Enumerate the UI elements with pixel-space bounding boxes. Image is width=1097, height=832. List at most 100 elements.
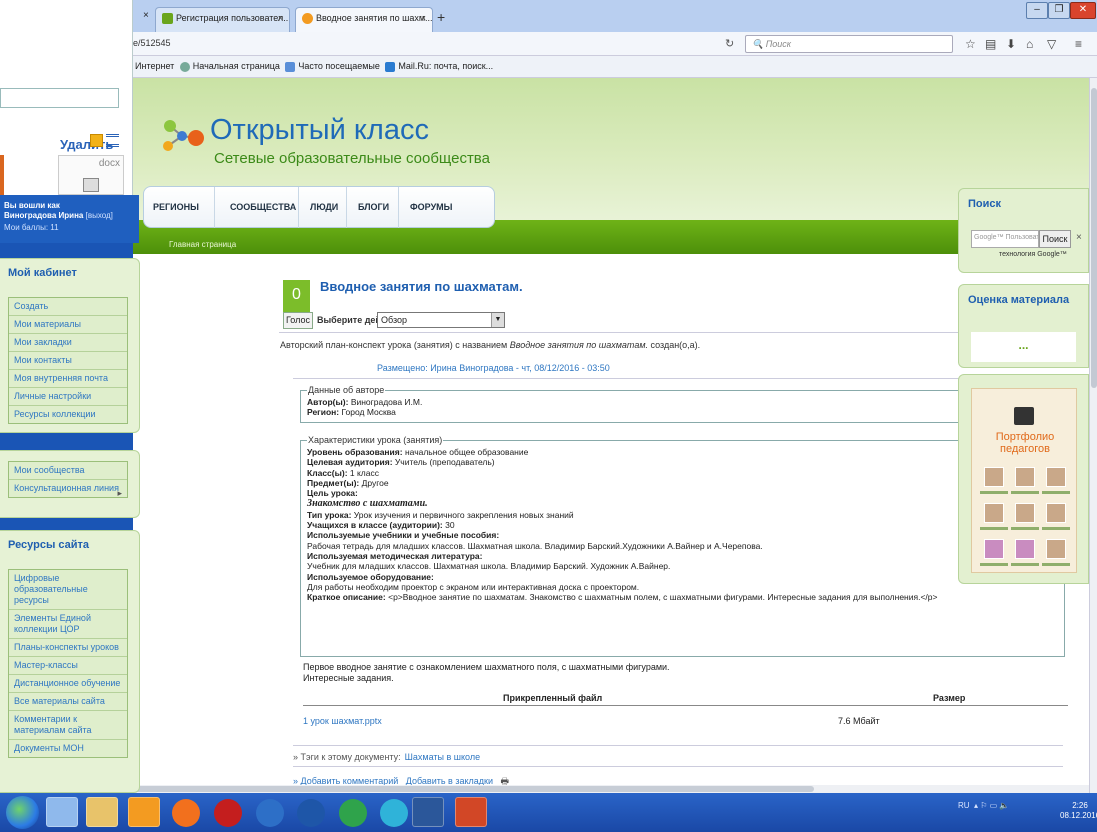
word-icon[interactable] [412, 797, 444, 827]
resource-item-plans[interactable]: Планы-конспекты уроков [9, 639, 127, 657]
browser-search-input[interactable]: 🔍 Поиск [745, 35, 953, 53]
docx-file-thumbnail[interactable]: docx [58, 155, 124, 195]
home-icon[interactable]: ⌂ [1026, 37, 1033, 51]
vertical-scrollbar[interactable] [1089, 78, 1097, 793]
breadcrumb[interactable]: Главная страница [169, 240, 236, 249]
tab-chess-lesson[interactable]: Вводное занятия по шахм... × [295, 7, 433, 32]
teacher-photo [1015, 539, 1035, 559]
portfolio-banner[interactable]: Портфолио педагогов [971, 388, 1077, 573]
bookmarks-list-icon[interactable]: ▤ [985, 37, 996, 51]
posted-info[interactable]: Размещено: Ирина Виноградова - чт, 08/12… [377, 363, 610, 373]
taskbar-app-icon[interactable] [214, 799, 242, 827]
maximize-button[interactable]: ❐ [1048, 2, 1070, 19]
bookmark-most-visited[interactable]: Часто посещаемые [298, 61, 380, 71]
nav-communities[interactable]: СООБЩЕСТВА [230, 202, 296, 212]
cabinet-item-contacts[interactable]: Мои контакты [9, 352, 127, 370]
consult-line-item[interactable]: Консультационная линия ▸ [9, 480, 127, 498]
clear-search-icon[interactable]: × [1076, 232, 1082, 243]
tab-close-icon[interactable]: × [421, 13, 426, 23]
taskbar-app-icon[interactable] [297, 799, 325, 827]
cabinet-item-mail[interactable]: Моя внутренняя почта [9, 370, 127, 388]
tag-link[interactable]: Шахматы в школе [405, 752, 480, 762]
molecule-logo-icon [163, 120, 204, 151]
nav-regions[interactable]: РЕГИОНЫ [153, 202, 199, 212]
graduation-hat-icon [1014, 407, 1034, 425]
action-select[interactable]: Обзор ▼ [377, 312, 505, 328]
cabinet-item-resources[interactable]: Ресурсы коллекции [9, 406, 127, 423]
downloads-icon[interactable]: ⬇ [1006, 37, 1016, 51]
resource-item-docs[interactable]: Документы МОН [9, 740, 127, 757]
minimize-button[interactable]: ‒ [1026, 2, 1048, 19]
tab-registration[interactable]: Регистрация пользовател... × [155, 7, 290, 32]
address-bar[interactable]: e/512545 [133, 38, 171, 48]
intro-suffix: создан(о,а). [650, 340, 701, 350]
attachment-link[interactable]: 1 урок шахмат.pptx [303, 716, 382, 726]
bookmark-internet[interactable]: Интернет [135, 61, 174, 71]
close-window-button[interactable]: ✕ [1070, 2, 1096, 19]
teacher-photo [1046, 503, 1066, 523]
user-name[interactable]: Виноградова Ирина [4, 211, 83, 220]
attachment-size: 7.6 Мбайт [838, 716, 880, 726]
nav-forums[interactable]: ФОРУМЫ [410, 202, 452, 212]
resource-item-masterclasses[interactable]: Мастер-классы [9, 657, 127, 675]
my-communities-item[interactable]: Мои сообщества [9, 462, 127, 480]
firefox-icon[interactable] [128, 797, 160, 827]
taskbar-app-icon[interactable] [339, 799, 367, 827]
teacher-photo [1046, 539, 1066, 559]
taskbar-app-icon[interactable] [172, 799, 200, 827]
language-indicator[interactable]: RU [958, 801, 970, 810]
logo-subtitle: Сетевые образовательные сообщества [214, 150, 490, 167]
tab-label: Вводное занятия по шахм... [316, 13, 433, 23]
pocket-icon[interactable]: ▽ [1047, 37, 1056, 51]
class-value: 1 класс [349, 467, 379, 478]
vote-button[interactable]: Голос [283, 312, 313, 329]
taskbar-app-icon[interactable] [256, 799, 284, 827]
list-view-icon[interactable] [106, 134, 119, 147]
resource-item-all[interactable]: Все материалы сайта [9, 693, 127, 711]
menu-icon[interactable]: ≡ [1075, 37, 1082, 51]
new-tab-button[interactable]: + [437, 9, 445, 25]
powerpoint-icon[interactable] [455, 797, 487, 827]
site-search-input[interactable]: Google™ Пользовательский [971, 230, 1039, 248]
start-button[interactable] [6, 796, 39, 829]
resource-item-digital[interactable]: Цифровые образовательные ресурсы [9, 570, 127, 610]
resource-item-cor[interactable]: Элементы Единой коллекции ЦОР [9, 610, 127, 639]
horizontal-scrollbar[interactable] [133, 785, 1089, 793]
nav-people[interactable]: ЛЮДИ [310, 202, 338, 212]
site-search-button[interactable]: Поиск [1039, 230, 1071, 248]
taskbar-app-icon[interactable] [46, 797, 78, 827]
tab-close-icon[interactable]: × [143, 10, 149, 21]
cabinet-item-bookmarks[interactable]: Мои закладки [9, 334, 127, 352]
cabinet-item-materials[interactable]: Мои материалы [9, 316, 127, 334]
reload-icon[interactable]: ↻ [725, 37, 734, 50]
logout-link[interactable]: [выход] [86, 211, 113, 220]
grid-view-icon[interactable] [90, 134, 103, 147]
banner-block: Портфолио педагогов [958, 374, 1089, 584]
communities-block: Мои сообщества Консультационная линия ▸ [0, 450, 140, 518]
tab-close-icon[interactable]: × [278, 13, 283, 23]
file-icon [83, 178, 99, 192]
bookmark-start-page[interactable]: Начальная страница [193, 61, 280, 71]
teacher-photo [1015, 503, 1035, 523]
google-tech-label: технология Google™ [999, 251, 1067, 258]
students-label: Учащихся в классе (аудитории): [307, 520, 443, 531]
resource-item-distance[interactable]: Дистанционное обучение [9, 675, 127, 693]
teacher-photo [984, 539, 1004, 559]
bookmark-mailru[interactable]: Mail.Ru: почта, поиск... [398, 61, 493, 71]
rating-widget[interactable]: ... [971, 332, 1076, 362]
system-tray: RU ▴ ⚐ ▭ 🔈 [958, 801, 1010, 810]
taskbar-app-icon[interactable] [380, 799, 408, 827]
cabinet-item-settings[interactable]: Личные настройки [9, 388, 127, 406]
folder-icon[interactable] [86, 797, 118, 827]
cabinet-item-create[interactable]: Создать [9, 298, 127, 316]
nav-blogs[interactable]: БЛОГИ [358, 202, 389, 212]
background-search-input[interactable] [0, 88, 119, 108]
resource-item-comments[interactable]: Комментарии к материалам сайта [9, 711, 127, 740]
clock[interactable]: 2:26 08.12.2016 [1060, 801, 1097, 821]
action-select-value: Обзор [381, 315, 407, 325]
students-value: 30 [445, 520, 455, 531]
body-text-line: Первое вводное занятие с ознакомлением ш… [303, 662, 670, 672]
bookmark-star-icon[interactable]: ☆ [965, 37, 976, 51]
subject-label: Предмет(ы): [307, 477, 360, 488]
user-greeting: Вы вошли как [4, 201, 60, 210]
